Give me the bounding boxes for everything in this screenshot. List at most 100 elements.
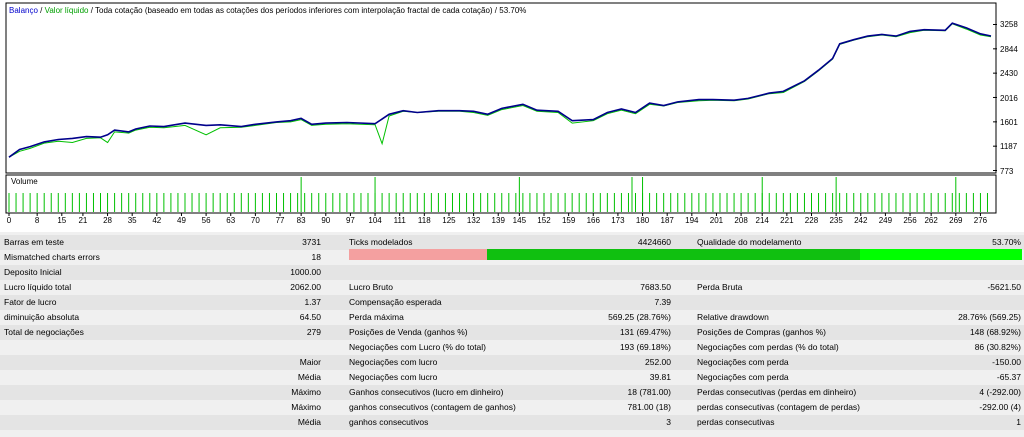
x-tick-label: 194 <box>685 216 699 225</box>
deposit-label: Deposito Inicial <box>4 267 62 277</box>
average2-label: Média <box>297 417 321 427</box>
report-row: Fator de lucro 1.37 Compensação esperada… <box>0 295 1024 310</box>
x-tick-label: 228 <box>804 216 819 225</box>
profit-factor-value: 1.37 <box>304 297 321 307</box>
consecutive-wins-money-label: Ganhos consecutivos (lucro em dinheiro) <box>349 387 504 397</box>
volume-label: Volume <box>11 177 38 186</box>
maximum-label: Máximo <box>291 387 321 397</box>
report-row: Média Negociações com lucro 39.81 Negoci… <box>0 370 1024 385</box>
loss-trades-label: Negociações com perdas (% do total) <box>697 342 839 352</box>
quality-bar-good-segment <box>860 249 1022 260</box>
gross-profit-value: 7683.50 <box>640 282 671 292</box>
x-tick-label: 97 <box>345 216 355 225</box>
x-tick-label: 173 <box>611 216 625 225</box>
legend-balance: Balanço <box>9 6 38 15</box>
x-tick-label: 49 <box>177 216 186 225</box>
y-tick-label: 2430 <box>1000 69 1018 78</box>
quality-value: 53.70% <box>992 237 1021 247</box>
x-tick-label: 77 <box>275 216 285 225</box>
report-row: Máximo ganhos consecutivos (contagem de … <box>0 400 1024 415</box>
x-tick-label: 269 <box>949 216 963 225</box>
x-tick-label: 276 <box>973 216 988 225</box>
report-row: diminuição absoluta 64.50 Perda máxima 5… <box>0 310 1024 325</box>
x-tick-label: 118 <box>417 216 431 225</box>
x-tick-label: 21 <box>78 216 88 225</box>
x-tick-label: 56 <box>201 216 211 225</box>
mismatch-value: 18 <box>311 252 321 262</box>
x-tick-label: 214 <box>755 216 769 225</box>
average-consecutive-losses-value: 1 <box>1016 417 1021 427</box>
profit-trades-value: 193 (69.18%) <box>619 342 671 352</box>
x-tick-label: 166 <box>586 216 600 225</box>
ticks-value: 4424660 <box>637 237 671 247</box>
legend-equity: Valor líquido <box>44 6 89 15</box>
report-row: Lucro líquido total 2062.00 Lucro Bruto … <box>0 280 1024 295</box>
x-tick-label: 235 <box>829 216 843 225</box>
gross-profit-label: Lucro Bruto <box>349 282 393 292</box>
maximal-drawdown-label: Perda máxima <box>349 312 404 322</box>
x-tick-label: 8 <box>34 216 40 225</box>
x-tick-label: 63 <box>226 216 236 225</box>
x-tick-label: 201 <box>709 216 724 225</box>
graph-canvas <box>5 2 997 216</box>
maximal-drawdown-value: 569.25 (28.76%) <box>608 312 671 322</box>
report-row: Barras em teste 3731 Ticks modelados 442… <box>0 235 1024 250</box>
x-tick-label: 90 <box>321 216 331 225</box>
x-tick-label: 35 <box>127 216 137 225</box>
x-tick-label: 262 <box>924 216 938 225</box>
report-row: Média ganhos consecutivos 3 perdas conse… <box>0 415 1024 430</box>
report-row: Total de negociações 279 Posições de Ven… <box>0 325 1024 340</box>
expected-payoff-value: 7.39 <box>654 297 671 307</box>
x-tick-label: 111 <box>393 216 406 225</box>
consecutive-wins-count-label: ganhos consecutivos (contagem de ganhos) <box>349 402 516 412</box>
y-tick-label: 2016 <box>1000 94 1018 103</box>
profit-factor-label: Fator de lucro <box>4 297 57 307</box>
gross-loss-value: -5621.50 <box>987 282 1021 292</box>
x-tick-label: 104 <box>368 216 382 225</box>
short-positions-label: Posições de Venda (ganhos %) <box>349 327 468 337</box>
x-tick-label: 180 <box>635 216 650 225</box>
short-positions-value: 131 (69.47%) <box>619 327 671 337</box>
x-tick-label: 221 <box>780 216 794 225</box>
legend-separator: / <box>37 6 45 15</box>
x-tick-label: 145 <box>512 216 527 225</box>
consecutive-losses-money-label: Perdas consecutivas (perdas em dinheiro) <box>697 387 857 397</box>
x-tick-label: 0 <box>6 216 12 225</box>
x-tick-label: 187 <box>660 216 674 225</box>
report-row: Negociações com Lucro (% do total) 193 (… <box>0 340 1024 355</box>
report-row: Máximo Ganhos consecutivos (lucro em din… <box>0 385 1024 400</box>
absolute-drawdown-value: 64.50 <box>299 312 321 322</box>
consecutive-wins-count-value: 781.00 (18) <box>627 402 671 412</box>
x-tick-label: 139 <box>491 216 505 225</box>
y-tick-label: 773 <box>1000 167 1014 176</box>
largest-label: Maior <box>299 357 321 367</box>
consecutive-losses-count-value: -292.00 (4) <box>979 402 1021 412</box>
deposit-value: 1000.00 <box>290 267 321 277</box>
relative-drawdown-label: Relative drawdown <box>697 312 769 322</box>
x-tick-label: 159 <box>561 216 576 225</box>
gross-loss-label: Perda Bruta <box>697 282 743 292</box>
average-profit-value: 39.81 <box>649 372 671 382</box>
consecutive-wins-money-value: 18 (781.00) <box>627 387 671 397</box>
x-tick-label: 70 <box>250 216 260 225</box>
y-tick-label: 3258 <box>1000 20 1018 29</box>
consecutive-losses-count-label: perdas consecutivas (contagem de perdas) <box>697 402 861 412</box>
net-profit-value: 2062.00 <box>290 282 321 292</box>
average-label: Média <box>297 372 321 382</box>
quality-bar-bad-segment <box>349 249 487 260</box>
modelling-quality-bar <box>349 249 1022 260</box>
quality-label: Qualidade do modelamento <box>697 237 802 247</box>
expected-payoff-label: Compensação esperada <box>349 297 442 307</box>
total-trades-value: 279 <box>306 327 321 337</box>
average-profit-label: Negociações com lucro <box>349 372 438 382</box>
largest-profit-value: 252.00 <box>645 357 671 367</box>
x-tick-label: 242 <box>854 216 868 225</box>
x-tick-label: 15 <box>57 216 67 225</box>
x-tick-label: 125 <box>442 216 456 225</box>
consecutive-losses-money-value: 4 (-292.00) <box>979 387 1021 397</box>
x-tick-label: 132 <box>466 216 481 225</box>
chart-legend: Balanço / Valor líquido / Toda cotação (… <box>9 6 526 15</box>
y-tick-label: 1601 <box>1000 118 1018 127</box>
average-loss-value: -65.37 <box>996 372 1021 382</box>
x-tick-label: 28 <box>103 216 112 225</box>
